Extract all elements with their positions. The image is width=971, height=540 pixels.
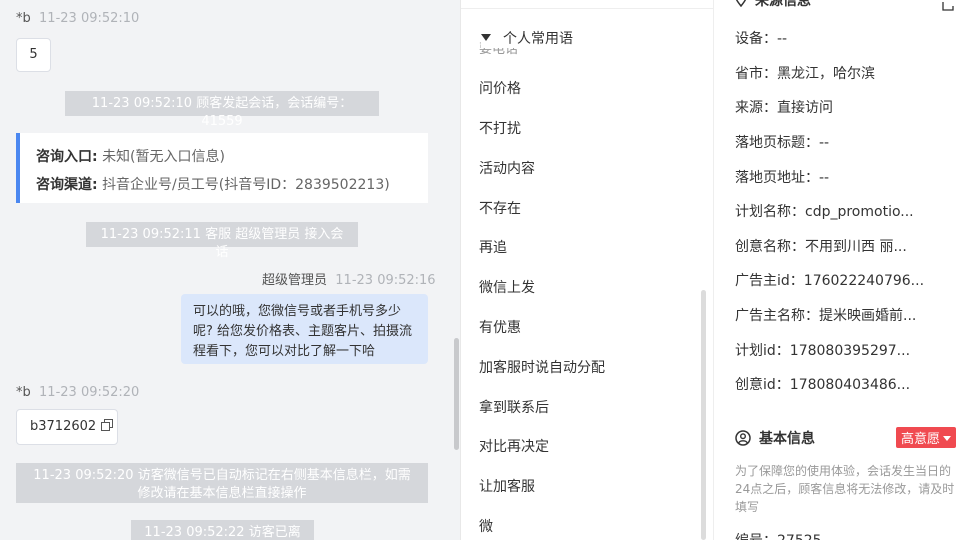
channel-value: 抖音企业号/员工号(抖音号ID：2839502213) [102,177,390,193]
source-info-header: 来源信息 [735,0,811,10]
divider [461,8,714,9]
phrase-item[interactable]: 微 [479,516,493,536]
info-value: 176022240796... [803,273,925,289]
info-label: 落地页地址： [735,170,819,186]
basic-info-header: 基本信息 [735,428,815,448]
info-row: 计划名称：cdp_promotio... [735,201,914,221]
info-value: 直接访问 [777,100,833,116]
info-row: 广告主名称：提米映画婚前... [735,305,916,325]
edit-icon[interactable] [942,0,954,11]
info-label: 计划名称： [735,204,805,220]
entry-value: 未知(暂无入口信息) [102,149,225,165]
phrase-item[interactable]: 微信上发 [479,277,535,297]
phrase-item[interactable]: 加客服时说自动分配 [479,357,605,377]
info-label: 创意id： [735,377,790,393]
agent-message: 可以的哦，您微信号或者手机号多少呢? 给您发价格表、主题客片、拍摄流程看下，您可… [181,294,428,364]
visitor-name: *b [16,11,31,26]
info-label: 编号 [735,533,763,540]
info-value: -- [777,31,788,47]
info-row: 编号：27525 [735,530,822,540]
info-value: -- [819,170,830,186]
info-row: 创意id：178080403486... [735,374,910,394]
info-label: 计划id： [735,343,790,359]
phrase-item[interactable]: 不打扰 [479,118,521,138]
phrase-item[interactable]: 对比再决定 [479,436,549,456]
phrase-item[interactable]: 活动内容 [479,158,535,178]
info-value: 提米映画婚前... [819,308,917,324]
phrases-panel: 要电话 个人常用语 问价格 不打扰 活动内容 不存在 再追 微信上发 有优惠 加… [460,0,714,540]
info-label: 省市： [735,66,777,82]
info-value: 不用到川西 丽... [805,239,907,255]
basic-info-note: 为了保障您的使用体验，会话发生当日的24点之后，顾客信息将无法修改，请及时填写 [735,464,955,514]
info-label: 广告主id： [735,273,804,289]
info-row: 广告主id：176022240796... [735,270,924,290]
visitor-message: 5 [16,38,51,72]
info-row: 落地页标题：-- [735,132,829,152]
info-value: 178080403486... [789,377,911,393]
info-label: 广告主名称： [735,308,819,324]
channel-label: 咨询渠道: [36,177,98,193]
intent-label: 高意愿 [901,432,941,447]
info-value: cdp_promotio... [805,204,914,220]
visitor-meta: *b 11-23 09:52:20 [16,385,139,400]
chat-panel: *b 11-23 09:52:10 5 11-23 09:52:10 顾客发起会… [0,0,460,540]
visitor-name: *b [16,385,31,400]
phrase-group-title: 个人常用语 [503,31,573,47]
phrases-scrollbar[interactable] [701,290,706,540]
message-time: 11-23 09:52:10 [39,11,140,26]
info-label: 落地页标题： [735,135,819,151]
system-message: 11-23 09:52:10 顾客发起会话，会话编号：41559 [65,91,379,129]
message-time: 11-23 09:52:20 [39,385,140,400]
visitor-meta: *b 11-23 09:52:10 [16,11,139,26]
info-value: 178080395297... [789,343,911,359]
entry-label: 咨询入口: [36,149,98,165]
copy-icon[interactable] [101,411,114,431]
chat-scrollbar[interactable] [454,338,459,450]
agent-name: 超级管理员 [262,273,328,288]
message-time: 11-23 09:52:16 [335,273,436,288]
info-label: 创意名称： [735,239,805,255]
user-icon [735,430,751,446]
system-message: 11-23 09:52:20 访客微信号已自动标记在右侧基本信息栏，如需修改请在… [16,463,428,503]
info-row: 省市：黑龙江，哈尔滨 [735,63,875,83]
source-info-title: 来源信息 [755,0,811,9]
system-message: 11-23 09:52:22 访客已离开 [131,520,314,540]
info-row: 设备：-- [735,28,787,48]
agent-meta: 超级管理员 11-23 09:52:16 [262,269,436,288]
info-value: 黑龙江，哈尔滨 [777,66,875,82]
phrase-item[interactable]: 问价格 [479,78,521,98]
intent-badge[interactable]: 高意愿 [896,427,957,448]
info-row: 来源：直接访问 [735,97,833,117]
message-text: b3712602 [30,419,97,434]
caret-down-icon [481,34,491,41]
info-row: 计划id：178080395297... [735,340,910,360]
info-panel: 来源信息 设备：-- 省市：黑龙江，哈尔滨 来源：直接访问 落地页标题：-- 落… [713,0,971,540]
location-icon [735,0,747,8]
info-label: 来源： [735,100,777,116]
system-message: 11-23 09:52:11 客服 超级管理员 接入会话 [86,222,358,260]
phrase-item[interactable]: 拿到联系后 [479,397,549,417]
info-row: 落地页地址：-- [735,167,829,187]
phrase-item[interactable]: 让加客服 [479,476,535,496]
phrase-group-header[interactable]: 个人常用语 [481,28,583,48]
info-value: -- [819,135,830,151]
info-label: 设备： [735,31,777,47]
info-value: 27525 [777,533,822,540]
info-row: 创意名称：不用到川西 丽... [735,236,907,256]
basic-info-title: 基本信息 [759,431,815,447]
consult-entry-card: 咨询入口: 未知(暂无入口信息) 咨询渠道: 抖音企业号/员工号(抖音号ID：2… [16,133,428,203]
phrase-item[interactable]: 不存在 [479,198,521,218]
phrase-item[interactable]: 有优惠 [479,317,521,337]
caret-down-icon [943,436,952,441]
visitor-message: b3712602 [16,409,118,445]
phrase-item[interactable]: 再追 [479,237,507,257]
